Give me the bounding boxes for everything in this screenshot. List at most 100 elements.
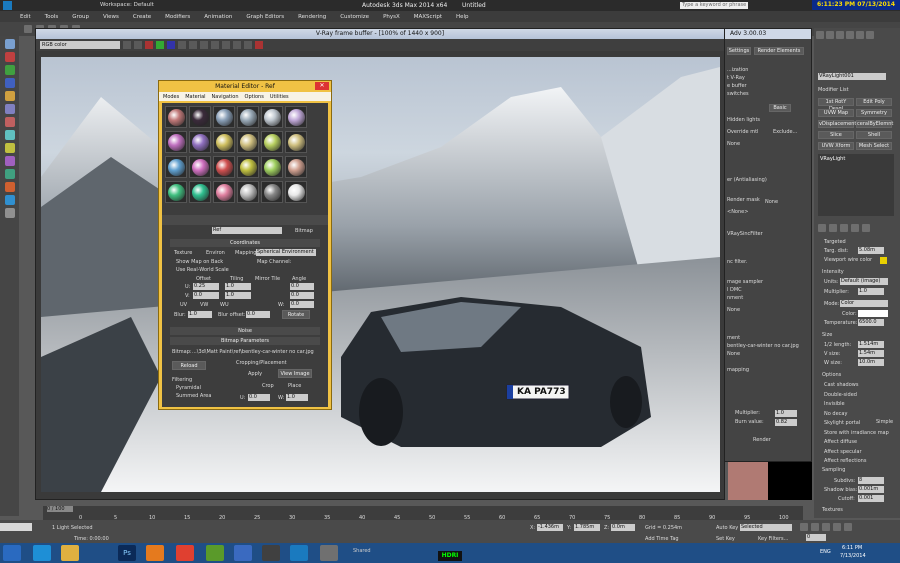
option-checkbox[interactable]: Invisible bbox=[824, 401, 845, 407]
object-name-field[interactable]: VRayLight001 bbox=[818, 73, 886, 80]
time-slider[interactable]: 0 / 100 bbox=[47, 506, 73, 512]
crop-w-field[interactable]: 1.0 bbox=[286, 394, 308, 401]
render-setup-row[interactable]: ment bbox=[727, 335, 809, 343]
material-slot[interactable] bbox=[237, 106, 259, 128]
noise-rollout[interactable]: Noise bbox=[170, 327, 320, 335]
mapping-select[interactable]: Spherical Environment bbox=[256, 249, 316, 256]
modifier-button[interactable]: UVW Map bbox=[818, 109, 854, 117]
offset-u-field[interactable]: 0.25 bbox=[193, 283, 219, 290]
material-slot[interactable] bbox=[285, 131, 307, 153]
curve-icon[interactable] bbox=[4, 143, 15, 153]
layer-icon[interactable] bbox=[4, 130, 15, 140]
current-frame-field[interactable]: 0 bbox=[806, 534, 826, 541]
prev-frame-icon[interactable] bbox=[811, 523, 819, 531]
material-slot[interactable] bbox=[165, 156, 187, 178]
modifier-button[interactable]: Mesh Select bbox=[856, 142, 892, 150]
render-setup-row[interactable]: mage sampler bbox=[727, 279, 809, 287]
store-icon[interactable] bbox=[234, 545, 252, 561]
menu-item-views[interactable]: Views bbox=[103, 14, 119, 20]
me-menu-material[interactable]: Material bbox=[185, 94, 205, 100]
firefox-icon[interactable] bbox=[146, 545, 164, 561]
offset-v-field[interactable]: 0.0 bbox=[193, 292, 219, 299]
modifier-stack[interactable]: VRayLight bbox=[818, 154, 894, 216]
modifier-button[interactable]: UVW Xform bbox=[818, 142, 854, 150]
angle-u-field[interactable]: 0.0 bbox=[290, 283, 314, 290]
clear-icon[interactable] bbox=[244, 41, 252, 49]
material-slot[interactable] bbox=[189, 156, 211, 178]
modifier-button[interactable]: Slice bbox=[818, 131, 854, 139]
history-icon[interactable] bbox=[211, 41, 219, 49]
add-time-tag[interactable]: Add Time Tag bbox=[645, 536, 679, 542]
modifier-button[interactable]: Symmetry bbox=[856, 109, 892, 117]
render-setup-row[interactable]: t V-Ray bbox=[727, 75, 809, 83]
temperature-field[interactable]: 6500.0 bbox=[858, 319, 884, 326]
vw-radio[interactable]: VW bbox=[200, 302, 208, 308]
option-checkbox[interactable]: Affect diffuse bbox=[824, 439, 857, 445]
start-button-icon[interactable] bbox=[3, 545, 21, 561]
menu-item-create[interactable]: Create bbox=[133, 14, 151, 20]
tab-render-elements[interactable]: Render Elements bbox=[754, 47, 804, 55]
v-size-field[interactable]: 1.54m bbox=[858, 350, 884, 357]
mono-icon[interactable] bbox=[189, 41, 197, 49]
menu-item-group[interactable]: Group bbox=[72, 14, 89, 20]
option-checkbox[interactable]: Skylight portal bbox=[824, 420, 860, 426]
menu-item-help[interactable]: Help bbox=[456, 14, 469, 20]
menu-item-rendering[interactable]: Rendering bbox=[298, 14, 326, 20]
material-slot[interactable] bbox=[285, 181, 307, 203]
viewport-wire-checkbox[interactable]: Viewport wire color bbox=[824, 257, 872, 263]
material-slot[interactable] bbox=[165, 106, 187, 128]
vray-taskbar-icon[interactable] bbox=[320, 545, 338, 561]
menu-item-customize[interactable]: Customize bbox=[340, 14, 369, 20]
render-setup-icon[interactable] bbox=[4, 182, 15, 192]
utorrent-icon[interactable] bbox=[206, 545, 224, 561]
render-icon[interactable] bbox=[4, 195, 15, 205]
rotate-icon[interactable] bbox=[4, 65, 15, 75]
render-setup-row[interactable]: None bbox=[727, 141, 809, 149]
material-slot[interactable] bbox=[285, 156, 307, 178]
material-slot[interactable] bbox=[189, 106, 211, 128]
configure-sets-icon[interactable] bbox=[862, 224, 870, 232]
burn-value-field[interactable]: 0.82 bbox=[775, 419, 797, 426]
wire-color-swatch[interactable] bbox=[880, 257, 887, 264]
select-icon[interactable] bbox=[4, 39, 15, 49]
material-slot[interactable] bbox=[237, 131, 259, 153]
go-to-end-icon[interactable] bbox=[844, 523, 852, 531]
render-setup-row[interactable]: None bbox=[727, 351, 809, 359]
targ-dist-field[interactable]: 5.08m bbox=[858, 247, 884, 254]
stop-render-icon[interactable] bbox=[255, 41, 263, 49]
menu-item-graph-editors[interactable]: Graph Editors bbox=[246, 14, 284, 20]
material-editor-icon[interactable] bbox=[4, 169, 15, 179]
modifier-button[interactable]: ceralByElemnt bbox=[856, 120, 893, 128]
channel-select[interactable]: RGB color bbox=[40, 41, 120, 49]
create-tab-icon[interactable] bbox=[816, 31, 824, 39]
render-setup-row[interactable]: <None> bbox=[727, 209, 809, 217]
material-slot[interactable] bbox=[261, 156, 283, 178]
max-logo-icon[interactable] bbox=[3, 1, 12, 10]
option-checkbox[interactable]: Cast shadows bbox=[824, 382, 858, 388]
bitmap-path-button[interactable]: ...\3d\Matt Paint\ref\bentley-car-winter… bbox=[192, 349, 320, 355]
hierarchy-tab-icon[interactable] bbox=[836, 31, 844, 39]
render-setup-row[interactable]: VRaySincFilter bbox=[727, 231, 809, 239]
material-slot[interactable] bbox=[261, 106, 283, 128]
view-image-button[interactable]: View Image bbox=[278, 369, 312, 378]
bitmap-parameters-rollout[interactable]: Bitmap Parameters bbox=[170, 337, 320, 345]
key-filters-button[interactable]: Key Filters... bbox=[758, 536, 788, 542]
multiplier-field[interactable]: 1.0 bbox=[775, 410, 797, 417]
save-image-icon[interactable] bbox=[123, 41, 131, 49]
me-menu-navigation[interactable]: Navigation bbox=[212, 94, 239, 100]
display-tab-icon[interactable] bbox=[856, 31, 864, 39]
show-end-result-icon[interactable] bbox=[829, 224, 837, 232]
stack-item-vraylight[interactable]: VRayLight bbox=[820, 156, 845, 162]
render-setup-row[interactable]: None bbox=[727, 307, 809, 315]
render-setup-row[interactable]: l DMC bbox=[727, 287, 809, 295]
explorer-icon[interactable] bbox=[61, 545, 79, 561]
render-setup-row[interactable]: Exclude... bbox=[773, 129, 807, 137]
texture-radio[interactable]: Texture bbox=[174, 250, 192, 256]
track-mouse-icon[interactable] bbox=[233, 41, 241, 49]
render-setup-row[interactable]: Hidden lights bbox=[727, 117, 809, 125]
mirror-icon[interactable] bbox=[4, 104, 15, 114]
x-coordinate[interactable]: -1.436m bbox=[537, 524, 563, 531]
menu-item-physx[interactable]: PhysX bbox=[383, 14, 400, 20]
wu-radio[interactable]: WU bbox=[220, 302, 229, 308]
language-indicator[interactable]: ENG bbox=[820, 549, 831, 555]
